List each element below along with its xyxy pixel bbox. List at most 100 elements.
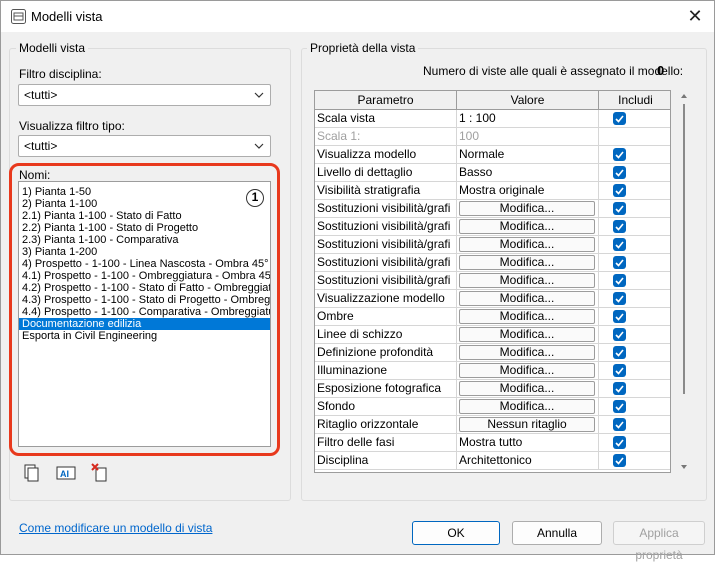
include-checkbox[interactable]: [613, 202, 626, 215]
include-checkbox[interactable]: [613, 328, 626, 341]
modifica-button[interactable]: Modifica...: [459, 345, 595, 360]
header-parametro[interactable]: Parametro: [315, 91, 457, 110]
table-row: Visualizzazione modello Modifica...: [315, 290, 670, 308]
filtro-disciplina-select[interactable]: <tutti>: [18, 84, 271, 106]
include-checkbox[interactable]: [613, 238, 626, 251]
modifica-button[interactable]: Modifica...: [459, 309, 595, 324]
delete-template-icon[interactable]: [90, 463, 110, 483]
include-checkbox[interactable]: [613, 418, 626, 431]
modifica-button[interactable]: Modifica...: [459, 255, 595, 270]
value-cell[interactable]: Modifica...: [457, 200, 599, 218]
list-item[interactable]: Esporta in Civil Engineering: [19, 330, 270, 342]
list-item[interactable]: 4.2) Prospetto - 1-100 - Stato di Fatto …: [19, 282, 270, 294]
value-cell[interactable]: Modifica...: [457, 236, 599, 254]
check-icon: [615, 349, 624, 357]
list-item[interactable]: 4) Prospetto - 1-100 - Linea Nascosta - …: [19, 258, 270, 270]
rename-template-icon[interactable]: AI: [56, 463, 76, 483]
list-item[interactable]: 1) Pianta 1-50: [19, 186, 270, 198]
table-row: Scala 1: 100: [315, 128, 670, 146]
value-cell[interactable]: Modifica...: [457, 326, 599, 344]
value-cell[interactable]: Modifica...: [457, 380, 599, 398]
properties-grid: Parametro Valore Includi Scala vista 1 : …: [314, 90, 671, 473]
include-checkbox[interactable]: [613, 256, 626, 269]
include-checkbox[interactable]: [613, 274, 626, 287]
modifica-button[interactable]: Modifica...: [459, 291, 595, 306]
value-cell[interactable]: Modifica...: [457, 254, 599, 272]
filtro-disciplina-label: Filtro disciplina:: [19, 67, 102, 81]
close-icon[interactable]: ✕: [684, 5, 706, 27]
modifica-button[interactable]: Modifica...: [459, 327, 595, 342]
include-cell: [599, 326, 670, 344]
list-item[interactable]: 4.1) Prospetto - 1-100 - Ombreggiatura -…: [19, 270, 270, 282]
modifica-button[interactable]: Modifica...: [459, 273, 595, 288]
value-cell[interactable]: Modifica...: [457, 344, 599, 362]
check-icon: [615, 259, 624, 267]
list-item[interactable]: 2.2) Pianta 1-100 - Stato di Progetto: [19, 222, 270, 234]
value-cell[interactable]: Modifica...: [457, 290, 599, 308]
modifica-button[interactable]: Modifica...: [459, 399, 595, 414]
list-item[interactable]: 2) Pianta 1-100: [19, 198, 270, 210]
modifica-button[interactable]: Modifica...: [459, 219, 595, 234]
list-item[interactable]: Documentazione edilizia: [19, 318, 270, 330]
value-cell[interactable]: 1 : 100: [457, 110, 599, 128]
check-icon: [615, 367, 624, 375]
modifica-button[interactable]: Modifica...: [459, 201, 595, 216]
names-listbox[interactable]: 1) Pianta 1-50 2) Pianta 1-100 2.1) Pianta…: [18, 181, 271, 447]
value-cell[interactable]: Mostra originale: [457, 182, 599, 200]
modelli-vista-group-label: Modelli vista: [16, 41, 89, 55]
value-cell[interactable]: Modifica...: [457, 398, 599, 416]
include-checkbox[interactable]: [613, 184, 626, 197]
include-checkbox[interactable]: [613, 112, 626, 125]
duplicate-template-icon[interactable]: [21, 463, 41, 483]
include-checkbox[interactable]: [613, 382, 626, 395]
include-checkbox[interactable]: [613, 310, 626, 323]
include-checkbox[interactable]: [613, 346, 626, 359]
value-cell[interactable]: Modifica...: [457, 308, 599, 326]
value-cell[interactable]: Mostra tutto: [457, 434, 599, 452]
table-row: Sostituzioni visibilità/grafi Modifica...: [315, 254, 670, 272]
grid-scrollbar[interactable]: [678, 90, 690, 473]
table-row: Sostituzioni visibilità/grafi Modifica...: [315, 236, 670, 254]
list-item[interactable]: 2.1) Pianta 1-100 - Stato di Fatto: [19, 210, 270, 222]
ok-button[interactable]: OK: [412, 521, 500, 545]
help-link[interactable]: Come modificare un modello di vista: [19, 521, 212, 535]
include-cell: [599, 146, 670, 164]
cancel-button[interactable]: Annulla: [512, 521, 602, 545]
param-cell: Scala 1:: [315, 128, 457, 146]
value-cell[interactable]: Architettonico: [457, 452, 599, 470]
value-cell[interactable]: Nessun ritaglio: [457, 416, 599, 434]
include-checkbox[interactable]: [613, 220, 626, 233]
modifica-button[interactable]: Modifica...: [459, 237, 595, 252]
apply-button[interactable]: Applica proprietà: [613, 521, 705, 562]
include-checkbox[interactable]: [613, 364, 626, 377]
check-icon: [615, 403, 624, 411]
param-cell: Scala vista: [315, 110, 457, 128]
list-item[interactable]: 4.4) Prospetto - 1-100 - Comparativa - O…: [19, 306, 270, 318]
include-checkbox[interactable]: [613, 148, 626, 161]
value-cell[interactable]: Normale: [457, 146, 599, 164]
list-item[interactable]: 3) Pianta 1-200: [19, 246, 270, 258]
table-row: Illuminazione Modifica...: [315, 362, 670, 380]
param-cell: Sostituzioni visibilità/grafi: [315, 272, 457, 290]
param-cell: Visibilità stratigrafia: [315, 182, 457, 200]
modifica-button[interactable]: Modifica...: [459, 363, 595, 378]
list-item[interactable]: 4.3) Prospetto - 1-100 - Stato di Proget…: [19, 294, 270, 306]
table-row: Visualizza modello Normale: [315, 146, 670, 164]
modifica-button[interactable]: Nessun ritaglio: [459, 417, 595, 432]
modifica-button[interactable]: Modifica...: [459, 381, 595, 396]
include-checkbox[interactable]: [613, 400, 626, 413]
value-cell[interactable]: Modifica...: [457, 362, 599, 380]
include-checkbox[interactable]: [613, 454, 626, 467]
include-checkbox[interactable]: [613, 436, 626, 449]
window-title: Modelli vista: [31, 9, 103, 24]
revit-app-icon: [11, 9, 26, 24]
value-cell[interactable]: Modifica...: [457, 272, 599, 290]
filtro-tipo-select[interactable]: <tutti>: [18, 135, 271, 157]
value-cell[interactable]: Basso: [457, 164, 599, 182]
list-item[interactable]: 2.3) Pianta 1-100 - Comparativa: [19, 234, 270, 246]
include-checkbox[interactable]: [613, 292, 626, 305]
header-includi[interactable]: Includi: [599, 91, 670, 110]
value-cell[interactable]: Modifica...: [457, 218, 599, 236]
include-checkbox[interactable]: [613, 166, 626, 179]
header-valore[interactable]: Valore: [457, 91, 599, 110]
